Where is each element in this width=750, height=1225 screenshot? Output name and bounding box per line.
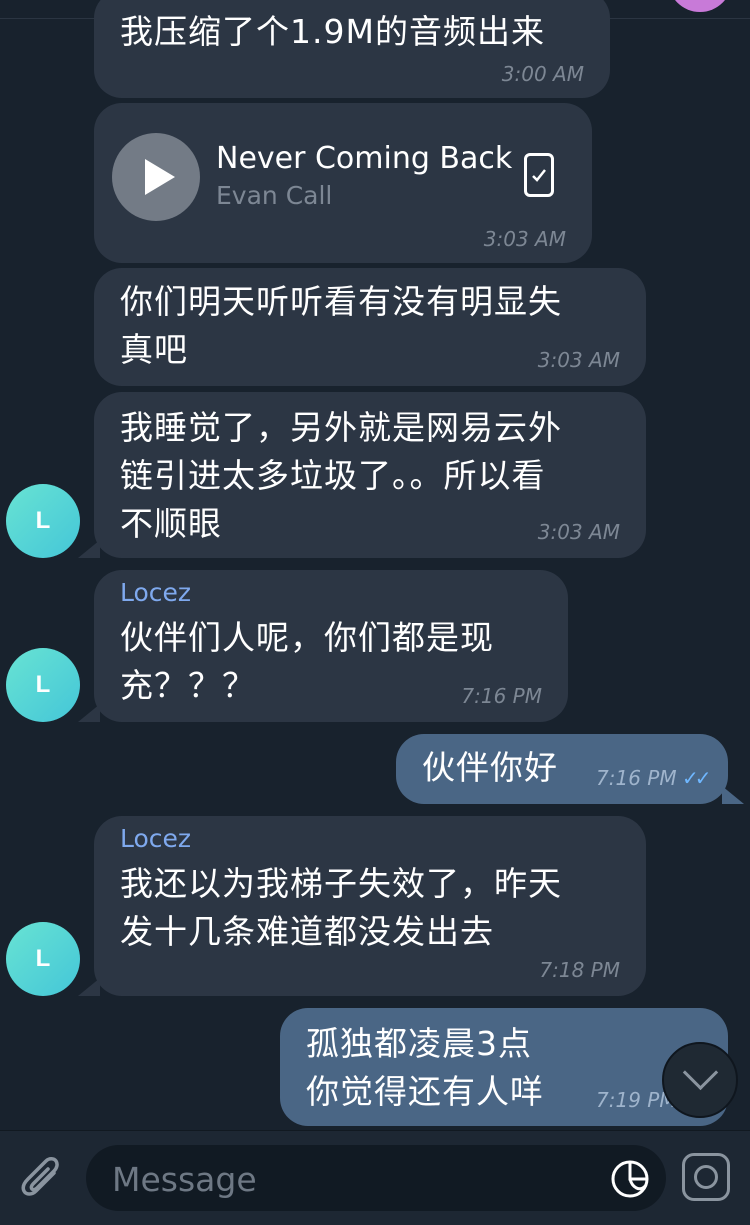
read-status-icon: ✓✓ xyxy=(682,766,711,790)
message-time: 3:03 AM xyxy=(483,227,566,251)
paperclip-icon[interactable] xyxy=(20,1155,60,1201)
message-text: 你们明天听听看有没有明显失 真吧 xyxy=(120,282,562,369)
play-icon[interactable] xyxy=(112,133,200,221)
scroll-to-bottom-button[interactable] xyxy=(662,1042,738,1118)
message-time: 7:16 PM xyxy=(596,766,677,790)
message-text: 我压缩了个1.9M的音频出来 xyxy=(120,12,545,51)
bubble-tail xyxy=(78,978,100,996)
message-bubble[interactable]: 我压缩了个1.9M的音频出来 3:00 AM xyxy=(94,0,610,98)
bubble-tail xyxy=(722,786,744,804)
sticker-icon[interactable] xyxy=(610,1159,650,1199)
message-time: 7:18 PM xyxy=(539,958,620,982)
message-text: 我还以为我梯子失效了，昨天 发十几条难道都没发出去 xyxy=(120,864,562,951)
chat-area[interactable]: 我压缩了个1.9M的音频出来 3:00 AM Never Coming Back… xyxy=(0,0,750,1130)
camera-icon[interactable] xyxy=(682,1153,730,1201)
message-bubble[interactable]: Locez 伙伴们人呢，你们都是现 充？？？ 7:16 PM xyxy=(94,570,568,722)
track-title: Never Coming Back xyxy=(216,141,513,176)
message-bubble[interactable]: 我睡觉了，另外就是网易云外 链引进太多垃圾了。。所以看 不顺眼 3:03 AM xyxy=(94,392,646,558)
message-time: 3:00 AM xyxy=(501,62,584,86)
message-composer xyxy=(0,1130,750,1225)
bubble-tail xyxy=(78,704,100,722)
message-text: 孤独都凌晨3点 你觉得还有人咩 xyxy=(306,1024,544,1111)
sender-name[interactable]: Locez xyxy=(120,824,191,853)
message-time: 3:03 AM xyxy=(537,520,620,544)
bubble-tail xyxy=(78,540,100,558)
message-bubble[interactable]: Locez 我还以为我梯子失效了，昨天 发十几条难道都没发出去 7:18 PM xyxy=(94,816,646,996)
message-bubble[interactable]: 孤独都凌晨3点 你觉得还有人咩 7:19 PM xyxy=(280,1008,728,1126)
message-input[interactable] xyxy=(110,1155,594,1203)
avatar[interactable]: L xyxy=(6,922,80,996)
message-text: 伙伴们人呢，你们都是现 充？？？ xyxy=(120,618,494,705)
avatar[interactable]: L xyxy=(6,648,80,722)
message-time: 3:03 AM xyxy=(537,348,620,372)
audio-message[interactable]: Never Coming Back Evan Call 3:03 AM xyxy=(94,103,592,263)
sender-name[interactable]: Locez xyxy=(120,578,191,607)
message-bubble[interactable]: 伙伴你好 7:16 PM ✓✓ xyxy=(396,734,728,804)
message-time: 7:16 PM xyxy=(461,684,542,708)
track-artist: Evan Call xyxy=(216,181,333,210)
message-box[interactable] xyxy=(86,1145,666,1211)
phone-file-icon[interactable] xyxy=(524,153,554,197)
avatar[interactable]: L xyxy=(6,484,80,558)
message-bubble[interactable]: 你们明天听听看有没有明显失 真吧 3:03 AM xyxy=(94,268,646,386)
message-text: 我睡觉了，另外就是网易云外 链引进太多垃圾了。。所以看 不顺眼 xyxy=(120,408,562,543)
message-text: 伙伴你好 xyxy=(422,748,558,787)
